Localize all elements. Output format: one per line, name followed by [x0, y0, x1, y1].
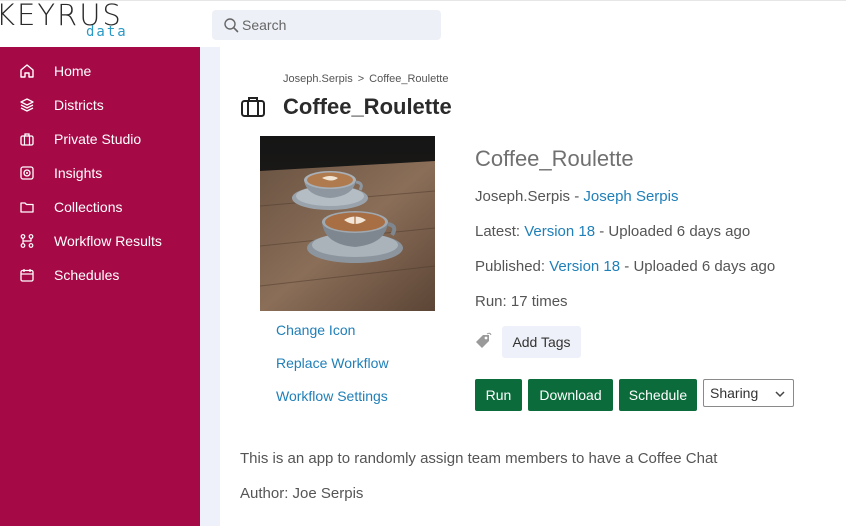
sharing-selected-value: Sharing: [710, 385, 759, 401]
add-tags-button[interactable]: Add Tags: [502, 326, 581, 358]
calendar-icon: [20, 269, 34, 282]
sidebar-item-label: Insights: [54, 165, 103, 181]
briefcase-icon: [241, 97, 265, 117]
owner-name-link[interactable]: Joseph Serpis: [583, 188, 678, 205]
keyrus-logo[interactable]: KEYRUS data: [0, 0, 130, 45]
sidebar-item-schedules[interactable]: Schedules: [0, 258, 200, 292]
sidebar-item-label: Private Studio: [54, 131, 142, 147]
main-content: Joseph.Serpis > Coffee_Roulette Coffee_Rou…: [220, 47, 846, 526]
insights-icon: [20, 166, 34, 180]
sidebar-item-workflow-results[interactable]: Workflow Results: [0, 224, 200, 258]
search-input[interactable]: [242, 16, 432, 34]
workflow-icon: [20, 234, 34, 248]
sidebar-item-private-studio[interactable]: Private Studio: [0, 122, 200, 156]
sharing-select[interactable]: Sharing: [703, 379, 794, 407]
published-uploaded: - Uploaded 6 days ago: [620, 258, 776, 275]
published-line: Published: Version 18 - Uploaded 6 days …: [475, 258, 775, 275]
latest-uploaded: - Uploaded 6 days ago: [595, 223, 751, 240]
owner-separator: -: [570, 188, 584, 205]
app-thumbnail: [260, 136, 435, 311]
published-version-link[interactable]: Version 18: [549, 258, 620, 275]
app-description: This is an app to randomly assign team m…: [240, 450, 718, 467]
breadcrumb-separator: >: [357, 73, 365, 85]
run-count: Run: 17 times: [475, 293, 568, 310]
latest-label: Latest:: [475, 223, 525, 240]
sidebar: Home Districts Private Studio Insights C…: [0, 47, 200, 526]
change-icon-link[interactable]: Change Icon: [276, 322, 355, 338]
owner-username: Joseph.Serpis: [475, 188, 571, 205]
search-icon: [224, 18, 239, 33]
content-gutter: [200, 47, 220, 526]
latest-line: Latest: Version 18 - Uploaded 6 days ago: [475, 223, 750, 240]
top-header: KEYRUS data: [0, 0, 846, 47]
search-box[interactable]: [212, 10, 441, 40]
logo-sub-text: data: [86, 24, 128, 40]
sidebar-item-home[interactable]: Home: [0, 54, 200, 88]
sidebar-item-label: Districts: [54, 97, 104, 113]
page-title: Coffee_Roulette: [283, 94, 452, 119]
breadcrumb-current: Coffee_Roulette: [369, 73, 449, 85]
run-button[interactable]: Run: [475, 379, 522, 411]
sidebar-item-collections[interactable]: Collections: [0, 190, 200, 224]
latest-version-link[interactable]: Version 18: [524, 223, 595, 240]
replace-workflow-link[interactable]: Replace Workflow: [276, 355, 389, 371]
published-label: Published:: [475, 258, 550, 275]
tag-icon: [476, 332, 492, 348]
home-icon: [20, 64, 34, 78]
sidebar-item-label: Schedules: [54, 267, 120, 283]
sidebar-item-label: Workflow Results: [54, 233, 162, 249]
chevron-down-icon: [775, 391, 785, 398]
owner-line: Joseph.Serpis - Joseph Serpis: [475, 188, 678, 205]
app-author: Author: Joe Serpis: [240, 485, 364, 502]
workflow-settings-link[interactable]: Workflow Settings: [276, 388, 388, 404]
download-button[interactable]: Download: [528, 379, 613, 411]
sidebar-item-label: Collections: [54, 199, 123, 215]
sidebar-item-label: Home: [54, 63, 92, 79]
app-name: Coffee_Roulette: [475, 146, 634, 171]
sidebar-item-insights[interactable]: Insights: [0, 156, 200, 190]
sidebar-item-districts[interactable]: Districts: [0, 88, 200, 122]
schedule-button[interactable]: Schedule: [619, 379, 697, 411]
breadcrumb-owner[interactable]: Joseph.Serpis: [283, 73, 353, 85]
layers-icon: [20, 98, 34, 112]
briefcase-icon: [20, 133, 34, 146]
folder-icon: [20, 202, 34, 213]
breadcrumb: Joseph.Serpis > Coffee_Roulette: [283, 73, 448, 85]
